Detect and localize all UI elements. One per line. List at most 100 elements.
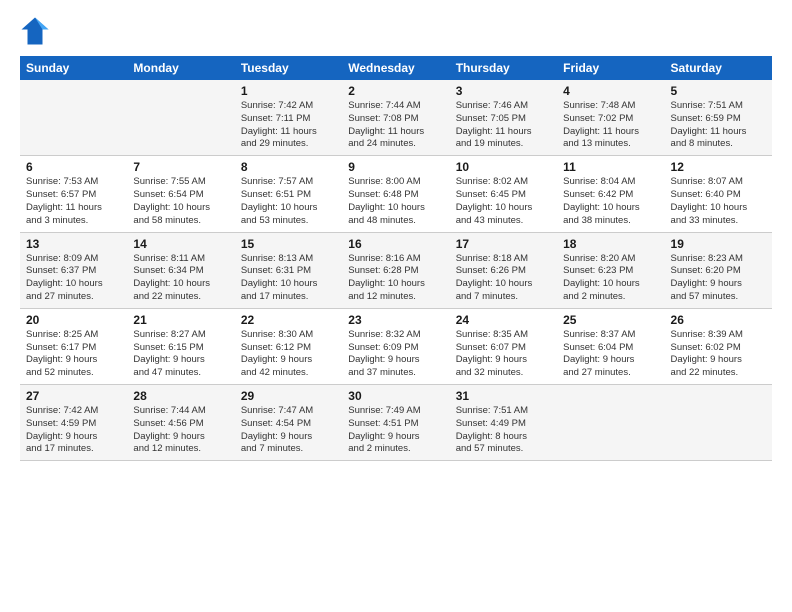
calendar-cell: 10 Sunrise: 8:02 AM Sunset: 6:45 PM Dayli… [450,156,557,232]
calendar-cell: 19 Sunrise: 8:23 AM Sunset: 6:20 PM Dayli… [665,232,772,308]
day-info: Sunrise: 7:44 AM Sunset: 7:08 PM Dayligh… [348,100,443,151]
day-number: 16 [348,237,443,251]
day-number: 9 [348,160,443,174]
calendar-cell: 18 Sunrise: 8:20 AM Sunset: 6:23 PM Dayli… [557,232,664,308]
day-info: Sunrise: 8:16 AM Sunset: 6:28 PM Dayligh… [348,253,443,304]
calendar-cell: 9 Sunrise: 8:00 AM Sunset: 6:48 PM Daylig… [342,156,449,232]
day-info: Sunrise: 8:11 AM Sunset: 6:34 PM Dayligh… [133,253,228,304]
day-number: 25 [563,313,658,327]
col-header-sunday: Sunday [20,56,127,80]
calendar-cell: 12 Sunrise: 8:07 AM Sunset: 6:40 PM Dayli… [665,156,772,232]
calendar-cell: 28Sunrise: 7:44 AM Sunset: 4:56 PM Dayli… [127,385,234,461]
day-number: 23 [348,313,443,327]
day-number: 13 [26,237,121,251]
calendar-cell: 11 Sunrise: 8:04 AM Sunset: 6:42 PM Dayli… [557,156,664,232]
calendar-cell [665,385,772,461]
day-info: Sunrise: 7:51 AM Sunset: 6:59 PM Dayligh… [671,100,766,151]
header [20,16,772,46]
calendar-cell: 24 Sunrise: 8:35 AM Sunset: 6:07 PM Dayli… [450,308,557,384]
col-header-saturday: Saturday [665,56,772,80]
calendar-week-row: 20 Sunrise: 8:25 AM Sunset: 6:17 PM Dayli… [20,308,772,384]
day-number: 5 [671,84,766,98]
calendar-cell: 2 Sunrise: 7:44 AM Sunset: 7:08 PM Daylig… [342,80,449,156]
day-info: Sunrise: 8:20 AM Sunset: 6:23 PM Dayligh… [563,253,658,304]
day-info: Sunrise: 8:23 AM Sunset: 6:20 PM Dayligh… [671,253,766,304]
day-info: Sunrise: 8:32 AM Sunset: 6:09 PM Dayligh… [348,329,443,380]
day-number: 21 [133,313,228,327]
calendar-cell: 1 Sunrise: 7:42 AM Sunset: 7:11 PM Daylig… [235,80,342,156]
calendar-week-row: 6 Sunrise: 7:53 AM Sunset: 6:57 PM Daylig… [20,156,772,232]
calendar-cell [557,385,664,461]
calendar-cell: 22 Sunrise: 8:30 AM Sunset: 6:12 PM Dayli… [235,308,342,384]
calendar-cell: 3Sunrise: 7:46 AM Sunset: 7:05 PM Daylig… [450,80,557,156]
day-info: Sunrise: 8:09 AM Sunset: 6:37 PM Dayligh… [26,253,121,304]
day-number: 6 [26,160,121,174]
day-info: Sunrise: 8:27 AM Sunset: 6:15 PM Dayligh… [133,329,228,380]
day-number: 20 [26,313,121,327]
day-info: Sunrise: 8:07 AM Sunset: 6:40 PM Dayligh… [671,176,766,227]
day-info: Sunrise: 7:57 AM Sunset: 6:51 PM Dayligh… [241,176,336,227]
day-number: 8 [241,160,336,174]
day-info: Sunrise: 8:35 AM Sunset: 6:07 PM Dayligh… [456,329,551,380]
day-info: Sunrise: 8:37 AM Sunset: 6:04 PM Dayligh… [563,329,658,380]
calendar-cell: 31 Sunrise: 7:51 AM Sunset: 4:49 PM Dayli… [450,385,557,461]
calendar-cell: 6 Sunrise: 7:53 AM Sunset: 6:57 PM Daylig… [20,156,127,232]
day-info: Sunrise: 7:53 AM Sunset: 6:57 PM Dayligh… [26,176,121,227]
day-number: 2 [348,84,443,98]
day-info: Sunrise: 7:47 AM Sunset: 4:54 PM Dayligh… [241,405,336,456]
day-number: 11 [563,160,658,174]
logo-icon [20,16,50,46]
calendar-cell: 7 Sunrise: 7:55 AM Sunset: 6:54 PM Daylig… [127,156,234,232]
day-info: Sunrise: 7:42 AM Sunset: 7:11 PM Dayligh… [241,100,336,151]
day-number: 31 [456,389,551,403]
calendar-cell: 26 Sunrise: 8:39 AM Sunset: 6:02 PM Dayli… [665,308,772,384]
day-number: 22 [241,313,336,327]
day-number: 19 [671,237,766,251]
day-number: 24 [456,313,551,327]
day-info: Sunrise: 7:49 AM Sunset: 4:51 PM Dayligh… [348,405,443,456]
calendar-cell: 20 Sunrise: 8:25 AM Sunset: 6:17 PM Dayli… [20,308,127,384]
day-info: Sunrise: 8:18 AM Sunset: 6:26 PM Dayligh… [456,253,551,304]
day-info: Sunrise: 8:13 AM Sunset: 6:31 PM Dayligh… [241,253,336,304]
col-header-tuesday: Tuesday [235,56,342,80]
day-number: 7 [133,160,228,174]
col-header-friday: Friday [557,56,664,80]
calendar-week-row: 13 Sunrise: 8:09 AM Sunset: 6:37 PM Dayli… [20,232,772,308]
day-info: Sunrise: 7:51 AM Sunset: 4:49 PM Dayligh… [456,405,551,456]
day-info: Sunrise: 8:02 AM Sunset: 6:45 PM Dayligh… [456,176,551,227]
col-header-thursday: Thursday [450,56,557,80]
day-info: Sunrise: 8:25 AM Sunset: 6:17 PM Dayligh… [26,329,121,380]
day-info: Sunrise: 7:48 AM Sunset: 7:02 PM Dayligh… [563,100,658,151]
calendar-cell: 21 Sunrise: 8:27 AM Sunset: 6:15 PM Dayli… [127,308,234,384]
day-info: Sunrise: 7:55 AM Sunset: 6:54 PM Dayligh… [133,176,228,227]
calendar-cell: 17 Sunrise: 8:18 AM Sunset: 6:26 PM Dayli… [450,232,557,308]
calendar-week-row: 1 Sunrise: 7:42 AM Sunset: 7:11 PM Daylig… [20,80,772,156]
day-number: 15 [241,237,336,251]
page: SundayMondayTuesdayWednesdayThursdayFrid… [0,0,792,471]
calendar-cell: 8 Sunrise: 7:57 AM Sunset: 6:51 PM Daylig… [235,156,342,232]
day-info: Sunrise: 8:30 AM Sunset: 6:12 PM Dayligh… [241,329,336,380]
calendar-header-row: SundayMondayTuesdayWednesdayThursdayFrid… [20,56,772,80]
calendar-cell: 14Sunrise: 8:11 AM Sunset: 6:34 PM Dayli… [127,232,234,308]
calendar-cell [20,80,127,156]
day-number: 26 [671,313,766,327]
calendar-cell: 29Sunrise: 7:47 AM Sunset: 4:54 PM Dayli… [235,385,342,461]
day-number: 27 [26,389,121,403]
day-number: 30 [348,389,443,403]
day-number: 1 [241,84,336,98]
day-number: 10 [456,160,551,174]
calendar-cell: 27Sunrise: 7:42 AM Sunset: 4:59 PM Dayli… [20,385,127,461]
calendar-cell: 5 Sunrise: 7:51 AM Sunset: 6:59 PM Daylig… [665,80,772,156]
day-number: 3 [456,84,551,98]
calendar-cell [127,80,234,156]
day-info: Sunrise: 8:00 AM Sunset: 6:48 PM Dayligh… [348,176,443,227]
day-number: 12 [671,160,766,174]
day-number: 28 [133,389,228,403]
day-info: Sunrise: 8:39 AM Sunset: 6:02 PM Dayligh… [671,329,766,380]
day-number: 17 [456,237,551,251]
calendar-cell: 16 Sunrise: 8:16 AM Sunset: 6:28 PM Dayli… [342,232,449,308]
day-info: Sunrise: 8:04 AM Sunset: 6:42 PM Dayligh… [563,176,658,227]
day-number: 18 [563,237,658,251]
calendar-week-row: 27Sunrise: 7:42 AM Sunset: 4:59 PM Dayli… [20,385,772,461]
logo [20,16,52,46]
